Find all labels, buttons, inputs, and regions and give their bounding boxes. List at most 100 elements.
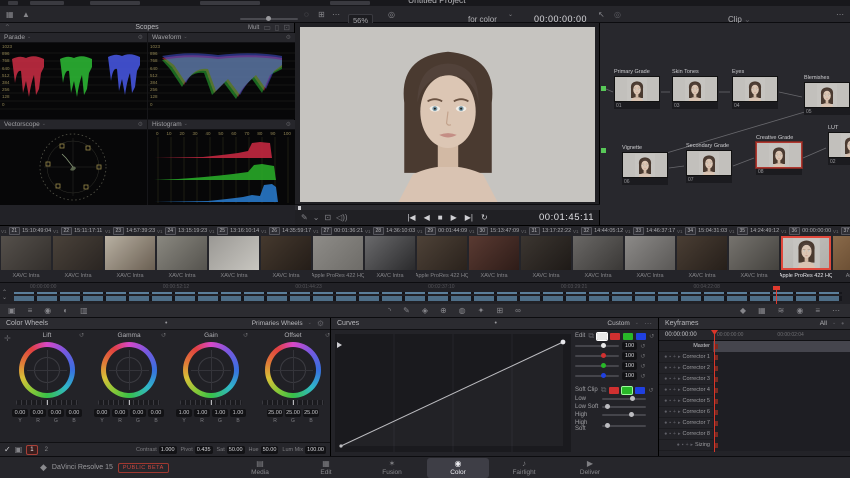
clip-thumbnail[interactable] [781, 236, 831, 270]
grade-node[interactable]: Secondary Grade 07 [686, 143, 732, 183]
search-icon[interactable]: ◌ [304, 11, 309, 19]
enable-dot-icon[interactable]: ● [677, 442, 680, 448]
lift-reset-icon[interactable]: ↺ [79, 332, 84, 339]
play-icon[interactable]: ▶ [451, 214, 457, 222]
keyframe-track-row[interactable]: ● ▪ + ▸ Corrector 6 [659, 407, 850, 418]
clip-thumbnail[interactable] [1, 236, 51, 270]
softclip-slider[interactable] [602, 414, 646, 416]
clip-thumbnail[interactable] [365, 236, 415, 270]
blue-channel-button[interactable] [636, 333, 646, 340]
lock-icon[interactable]: ▪ [682, 442, 684, 448]
clip-thumbnail[interactable] [677, 236, 727, 270]
node-thumbnail[interactable] [732, 76, 778, 102]
timeline-clip[interactable]: V1 28 14:36:10:03 XAVC Intra [364, 226, 416, 283]
param-value[interactable]: 50.00 [261, 446, 279, 454]
grade-node[interactable]: LUT 02 [828, 125, 850, 165]
gain-wheel[interactable] [183, 342, 239, 398]
keyframe-track-row[interactable]: ● ▪ + ▸ Corrector 1 [659, 352, 850, 363]
tracker-icon[interactable]: ⊕ [440, 307, 447, 315]
keyframe-track[interactable] [713, 407, 850, 418]
curves-icon[interactable]: ◝ [388, 307, 391, 315]
timeline-clip[interactable]: V1 36 00:00:00:00 Apple ProRes 422 HQ [780, 226, 832, 283]
settings-icon[interactable]: ⚙ [317, 320, 324, 328]
page-tab[interactable]: ▶ Deliver [559, 458, 621, 478]
gamma-y-value[interactable]: 0.00 [94, 409, 110, 417]
keyframe-track[interactable] [713, 418, 850, 429]
slider-dot[interactable] [605, 423, 610, 428]
lift-master-slider[interactable] [16, 400, 78, 405]
lift-b-value[interactable]: 0.00 [66, 409, 82, 417]
lift-wheel[interactable] [19, 342, 75, 398]
keyframes-panel-icon[interactable]: ◆ [740, 307, 746, 315]
audio-mute-icon[interactable]: ◁)) [336, 214, 347, 222]
annotate-dropdown-icon[interactable]: ⌄ [313, 214, 320, 222]
keyframe-track-row[interactable]: ● ▪ + ▸ Corrector 7 [659, 418, 850, 429]
lift-y-value[interactable]: 0.00 [12, 409, 28, 417]
gamma-b-value[interactable]: 0.00 [148, 409, 164, 417]
expand-chevron-icon[interactable]: ▸ [678, 354, 681, 360]
expand-chevron-icon[interactable]: ▸ [678, 409, 681, 415]
enable-dot-icon[interactable]: ● [664, 420, 667, 426]
softclip-slider[interactable] [602, 398, 646, 400]
camera-raw-icon[interactable]: ▣ [8, 307, 16, 315]
grid-view-icon[interactable]: ⊞ [318, 11, 325, 19]
grade-node[interactable]: Blemishes 05 [804, 75, 850, 115]
lock-icon[interactable]: ▪ [669, 376, 671, 382]
channel-value[interactable]: 100 [622, 372, 637, 380]
enable-dot-icon[interactable]: ● [664, 354, 667, 360]
layout-1up-icon[interactable]: ▭ [263, 24, 271, 32]
slider-dot[interactable] [630, 396, 635, 401]
gear-icon[interactable]: ⚙ [286, 121, 291, 128]
clip-thumbnail[interactable] [521, 236, 571, 270]
timeline-clip[interactable]: V1 31 13:17:22:22 XAVC Intra [520, 226, 572, 283]
color-match-icon[interactable]: ≡ [28, 307, 33, 315]
histogram-title[interactable]: Histogram [152, 121, 182, 128]
clip-thumbnail[interactable] [157, 236, 207, 270]
keyframes-playhead[interactable] [714, 330, 715, 452]
keyframe-track-row[interactable]: ● ▪ + ▸ Corrector 8 [659, 429, 850, 440]
gear-icon[interactable]: ⚙ [138, 34, 143, 41]
lift-r-value[interactable]: 0.00 [30, 409, 46, 417]
keyframe-track-row[interactable]: ● ▪ + ▸ Corrector 3 [659, 374, 850, 385]
expand-chevron-icon[interactable]: ▸ [678, 420, 681, 426]
slider-dot[interactable] [601, 373, 606, 378]
keyframe-track[interactable] [713, 440, 850, 451]
node-thumbnail[interactable] [686, 150, 732, 176]
timeline-clip[interactable]: V1 34 15:04:31:03 XAVC Intra [676, 226, 728, 283]
timeline-clip[interactable]: V1 32 14:44:05:12 XAVC Intra [572, 226, 624, 283]
page-tab[interactable]: ♪ Fairlight [493, 458, 555, 478]
add-keyframe-icon[interactable]: + [673, 431, 676, 437]
luts-toggle-icon[interactable]: ▲ [22, 11, 30, 19]
timeline-clip[interactable]: V1 23 14:57:39:23 XAVC Intra [104, 226, 156, 283]
scopes-panel-icon[interactable]: ▦ [758, 307, 766, 315]
onscreen-controls-icon[interactable]: ◎ [614, 11, 621, 19]
step-back-icon[interactable]: ◀ [424, 214, 430, 222]
channel-value[interactable]: 100 [622, 362, 637, 370]
go-to-start-icon[interactable]: |◀ [407, 214, 415, 222]
loop-icon[interactable]: ↻ [481, 214, 488, 222]
timeline-clip[interactable]: V1 25 13:16:10:14 XAVC Intra [208, 226, 260, 283]
param-value[interactable]: 50.00 [227, 446, 245, 454]
scope-layout-dropdown[interactable]: Mult [248, 25, 259, 31]
clip-thumbnail[interactable] [53, 236, 103, 270]
keyframe-track[interactable] [713, 385, 850, 396]
chevron-down-icon[interactable]: ⌄ [308, 321, 312, 326]
lightbox-icon[interactable]: ≡ [815, 307, 820, 315]
add-keyframe-icon[interactable]: + [673, 409, 676, 415]
clip-thumbnail[interactable] [573, 236, 623, 270]
add-keyframe-icon[interactable]: + [673, 387, 676, 393]
timeline-clip[interactable]: V1 33 14:46:37:17 XAVC Intra [624, 226, 676, 283]
timeline-clip[interactable]: V1 26 14:35:59:17 XAVC Intra [260, 226, 312, 283]
gamma-g-value[interactable]: 0.00 [130, 409, 146, 417]
link-channels-icon[interactable]: ⧉ [601, 386, 607, 394]
timeline-clip[interactable]: V1 27 00:01:36:21 Apple ProRes 422 HQ [312, 226, 364, 283]
softclip-blue-button[interactable] [635, 387, 645, 394]
reset-icon[interactable]: ↺ [640, 353, 645, 360]
param-value[interactable]: 1.000 [159, 446, 177, 454]
reset-icon[interactable]: ↺ [640, 373, 645, 380]
timeline-playhead[interactable] [776, 289, 777, 304]
slider-dot[interactable] [605, 404, 610, 409]
keyframe-track[interactable] [713, 374, 850, 385]
color-wheels-icon[interactable]: ◉ [44, 307, 51, 315]
more-icon[interactable]: ⋯ [644, 320, 652, 328]
